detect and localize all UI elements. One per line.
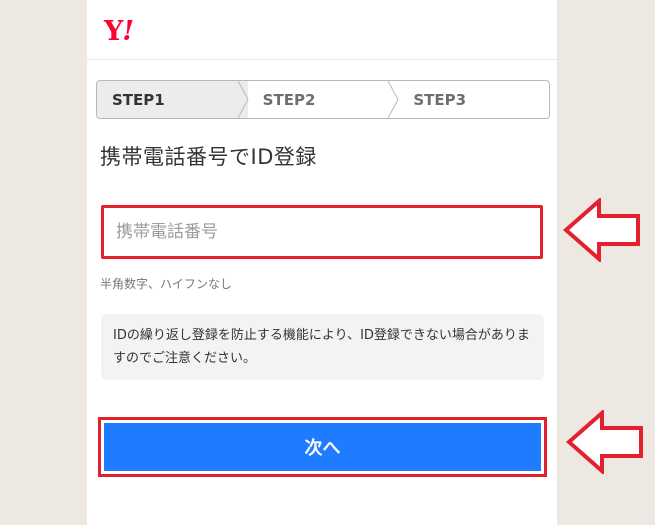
yahoo-logo[interactable]: Y! bbox=[104, 18, 134, 45]
left-arrow-icon bbox=[563, 198, 640, 262]
step-separator-icon bbox=[388, 81, 399, 118]
left-arrow-icon bbox=[566, 410, 643, 474]
step-2: STEP2 bbox=[248, 81, 399, 118]
next-button[interactable]: 次へ bbox=[104, 423, 541, 471]
notice-box: IDの繰り返し登録を防止する機能により、ID登録できない場合がありますのでご注意… bbox=[101, 314, 544, 380]
step-progress: STEP1 STEP2 STEP3 bbox=[96, 80, 550, 119]
next-button-highlight: 次へ bbox=[98, 417, 547, 477]
step-3: STEP3 bbox=[398, 81, 549, 118]
phone-number-input[interactable] bbox=[101, 205, 543, 259]
step-label: STEP1 bbox=[112, 90, 165, 109]
registration-panel: Y! STEP1 STEP2 STEP3 携帯電話番号でID登録 半角数字、ハイ… bbox=[87, 0, 557, 525]
step-separator-icon bbox=[237, 81, 249, 118]
page-title: 携帯電話番号でID登録 bbox=[100, 145, 317, 169]
header: Y! bbox=[87, 0, 557, 60]
input-hint: 半角数字、ハイフンなし bbox=[100, 277, 233, 291]
step-label: STEP2 bbox=[262, 90, 316, 109]
step-label: STEP3 bbox=[413, 90, 467, 109]
step-1: STEP1 bbox=[97, 81, 249, 118]
